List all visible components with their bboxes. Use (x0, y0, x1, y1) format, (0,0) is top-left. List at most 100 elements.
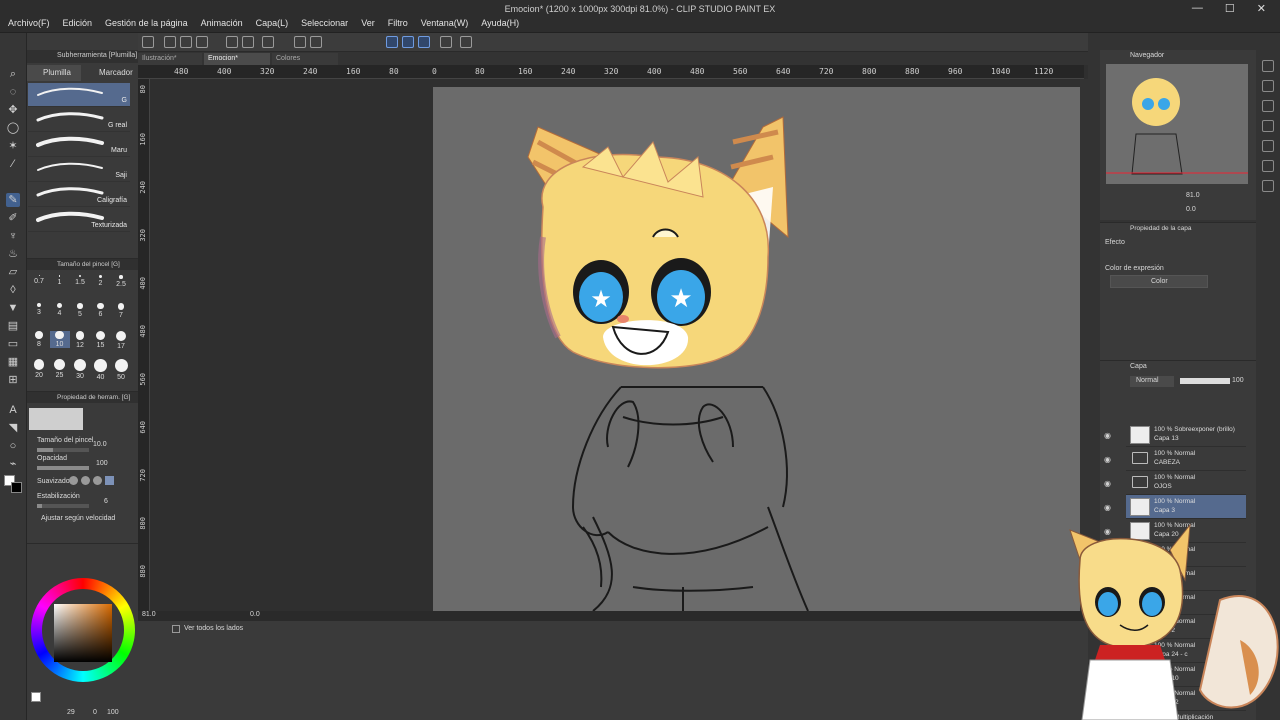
snap-special-ruler-icon[interactable] (402, 36, 414, 48)
snap-grid-icon[interactable] (418, 36, 430, 48)
balloon-icon[interactable]: ◥ (6, 421, 20, 435)
redo-icon[interactable] (242, 36, 254, 48)
navigator-zoom[interactable]: 81.0 (1186, 192, 1200, 199)
brush-size-value[interactable]: 10.0 (93, 441, 107, 448)
item-bank-icon[interactable] (1262, 140, 1274, 152)
frame-icon[interactable]: ▦ (6, 355, 20, 369)
airbrush-icon[interactable]: ♨ (6, 247, 20, 261)
menu-item[interactable]: Edición (63, 18, 93, 28)
blend-icon[interactable]: ◊ (6, 283, 20, 297)
menu-item[interactable]: Gestión de la página (105, 18, 188, 28)
operation-icon[interactable]: ◌ (6, 85, 20, 99)
opacity-slider[interactable] (37, 466, 89, 470)
correct-line-icon[interactable]: ○ (6, 439, 20, 453)
brush-size-option[interactable]: 2 (91, 275, 111, 287)
brush-size-option[interactable]: 4 (50, 303, 70, 317)
velocity-checkbox[interactable]: Ajustar según velocidad (41, 515, 115, 522)
brush-item[interactable]: Maru (28, 133, 130, 157)
smoothing-options[interactable] (69, 476, 119, 488)
stabilization-value[interactable]: 6 (104, 498, 108, 505)
transform-icon[interactable] (294, 36, 306, 48)
brush-size-option[interactable]: 3 (29, 303, 49, 316)
brush-size-option[interactable]: 15 (91, 331, 111, 349)
view-all-label[interactable]: Ver todos los lados (184, 625, 243, 632)
brush-size-option[interactable]: 17 (111, 331, 131, 350)
move-icon[interactable]: ✥ (6, 103, 20, 117)
blend-mode-select[interactable]: Normal (1130, 376, 1174, 387)
layer-search-icon[interactable] (1262, 160, 1274, 172)
info-icon[interactable] (1262, 120, 1274, 132)
menu-item[interactable]: Archivo(F) (8, 18, 50, 28)
menu-item[interactable]: Seleccionar (301, 18, 348, 28)
brush-size-option[interactable]: 0.7 (29, 275, 49, 285)
brush-icon[interactable]: ♆ (6, 229, 20, 243)
eye-icon[interactable]: ◉ (1104, 479, 1111, 488)
brush-size-option[interactable]: 1.5 (70, 275, 90, 286)
pen-icon[interactable]: ✎ (6, 193, 20, 207)
brush-size-option[interactable]: 20 (29, 359, 49, 379)
lasso-icon[interactable]: ◯ (6, 121, 20, 135)
history-icon[interactable] (1262, 80, 1274, 92)
view-all-icon[interactable] (172, 625, 180, 633)
canvas-angle-value[interactable]: 0.0 (250, 611, 260, 618)
brush-item[interactable]: G real (28, 108, 130, 132)
opacity-value[interactable]: 100 (96, 460, 108, 467)
brush-item[interactable]: Saji (28, 158, 130, 182)
ruler-icon[interactable]: ⊞ (6, 373, 20, 387)
color-saturation-square[interactable] (54, 604, 112, 662)
text-icon[interactable]: A (6, 403, 20, 417)
menu-item[interactable]: Filtro (388, 18, 408, 28)
layer-row[interactable]: 100 % Sobreexponer (brillo) Capa 13 (1126, 423, 1246, 447)
brush-size-option[interactable]: 50 (111, 359, 131, 381)
new-icon[interactable] (164, 36, 176, 48)
tab-marcador[interactable]: Marcador (83, 65, 138, 81)
tab-plumilla[interactable]: Plumilla (27, 65, 81, 81)
crop-icon[interactable] (310, 36, 322, 48)
eraser-icon[interactable]: ▱ (6, 265, 20, 279)
brush-size-option[interactable]: 30 (70, 359, 90, 380)
eye-icon[interactable]: ◉ (1104, 503, 1111, 512)
tab-colores[interactable]: Colores (272, 53, 338, 65)
undo-icon[interactable] (226, 36, 238, 48)
magic-wand-icon[interactable]: ✶ (6, 139, 20, 153)
menu-item[interactable]: Animación (201, 18, 243, 28)
maximize-button[interactable]: ☐ (1225, 2, 1235, 15)
help-icon[interactable] (460, 36, 472, 48)
open-icon[interactable] (180, 36, 192, 48)
brush-size-option[interactable]: 40 (91, 359, 111, 381)
layer-opacity-value[interactable]: 100 (1232, 377, 1244, 384)
navigator-angle[interactable]: 0.0 (1186, 206, 1196, 213)
eye-icon[interactable]: ◉ (1104, 431, 1111, 440)
auto-actions-icon[interactable] (1262, 100, 1274, 112)
new-file-icon[interactable] (142, 36, 154, 48)
layer-folder[interactable]: 100 % Normal OJOS (1126, 471, 1246, 495)
minimize-button[interactable]: — (1192, 2, 1203, 15)
layer-opacity-slider[interactable] (1180, 378, 1230, 384)
eye-icon[interactable]: ◉ (1104, 455, 1111, 464)
zoom-icon[interactable]: ⌕ (6, 67, 20, 81)
layer-row[interactable]: 100 % Normal Capa 3 (1126, 495, 1246, 519)
canvas-zoom-value[interactable]: 81.0 (142, 611, 156, 618)
brush-size-option[interactable]: 1 (50, 275, 70, 286)
smudge-icon[interactable]: ⌁ (6, 457, 20, 471)
stabilization-slider[interactable] (37, 504, 89, 508)
menu-item[interactable]: Ver (361, 18, 375, 28)
brush-size-option[interactable]: 8 (29, 331, 49, 348)
brush-size-option[interactable]: 7 (111, 303, 131, 319)
navigator-preview[interactable] (1106, 64, 1248, 184)
pencil-icon[interactable]: ✐ (6, 211, 20, 225)
brush-size-option[interactable]: 2.5 (111, 275, 131, 288)
deselect-icon[interactable] (262, 36, 274, 48)
close-button[interactable]: ✕ (1257, 2, 1266, 15)
menu-item[interactable]: Capa(L) (256, 18, 289, 28)
eyedropper-icon[interactable]: ⁄ (6, 157, 20, 171)
save-icon[interactable] (196, 36, 208, 48)
brush-size-option[interactable]: 6 (91, 303, 111, 318)
brush-item[interactable]: Caligrafía (28, 183, 130, 207)
brush-size-slider[interactable] (37, 448, 89, 452)
layer-folder[interactable]: 100 % Normal CABEZA (1126, 447, 1246, 471)
main-color-chip[interactable] (31, 692, 41, 702)
brush-size-option[interactable]: 25 (50, 359, 70, 379)
brush-item[interactable]: Texturizada (28, 208, 130, 232)
sub-color-swatch[interactable] (11, 482, 22, 493)
